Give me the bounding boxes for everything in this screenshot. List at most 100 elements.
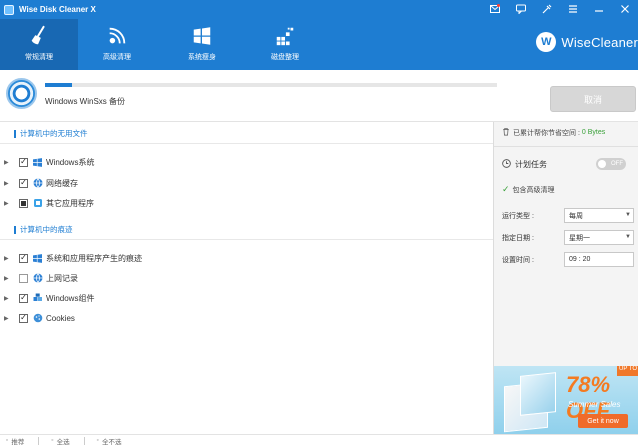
section-header-useless-files: 计算机中的无用文件: [0, 124, 493, 144]
get-it-now-button[interactable]: Get it now: [578, 414, 628, 428]
trash-icon: [502, 127, 510, 138]
tab-system-slim[interactable]: 系统瘦身: [163, 19, 241, 70]
checkbox[interactable]: ✓: [19, 293, 28, 303]
minimize-icon[interactable]: [592, 2, 606, 16]
main-nav: 常规清理 高级清理 系统瘦身 磁盘整理 W WiseCleaner: [0, 19, 638, 70]
list-item-browsing-history[interactable]: ▶ 上网记录: [0, 268, 493, 288]
expand-arrow-icon[interactable]: ▶: [4, 180, 9, 187]
checkbox[interactable]: [19, 198, 28, 208]
schedule-title: 计划任务: [502, 159, 547, 170]
schedule-toggle[interactable]: OFF: [596, 158, 626, 170]
puzzle-icon: [32, 293, 43, 304]
divider: [494, 146, 638, 147]
chat-icon[interactable]: [514, 2, 528, 16]
chevron-down-icon: ▼: [625, 234, 631, 240]
radio-icon: ◦: [6, 437, 9, 444]
schedule-title-text: 计划任务: [515, 160, 547, 169]
run-type-row: 运行类型 : 每周 ▼: [502, 208, 634, 223]
item-label: 网络缓存: [46, 178, 78, 188]
saved-space-row: 已累计帮你节省空间 : 0 Bytes: [502, 127, 605, 138]
checkbox[interactable]: ✓: [19, 253, 28, 263]
clock-icon: [502, 159, 511, 170]
tab-defrag[interactable]: 磁盘整理: [246, 19, 324, 70]
day-label: 指定日期 :: [502, 234, 534, 242]
checkbox[interactable]: ✓: [19, 157, 28, 167]
list-item-windows-components[interactable]: ▶ ✓ Windows组件: [0, 288, 493, 308]
mail-icon[interactable]: [488, 2, 502, 16]
title-bar-controls: [488, 2, 632, 16]
checkbox[interactable]: [19, 273, 28, 283]
scanning-spinner-icon: [6, 78, 37, 109]
expand-arrow-icon[interactable]: ▶: [4, 295, 9, 302]
brand[interactable]: W WiseCleaner: [536, 32, 638, 52]
item-label: 其它应用程序: [46, 198, 94, 208]
expand-arrow-icon[interactable]: ▶: [4, 255, 9, 262]
brand-name: WiseCleaner: [561, 34, 638, 50]
chevron-down-icon: ▼: [625, 212, 631, 218]
run-type-select[interactable]: 每周 ▼: [564, 208, 634, 223]
checkbox[interactable]: ✓: [19, 178, 28, 188]
item-label: 上网记录: [46, 273, 78, 283]
day-select[interactable]: 星期一 ▼: [564, 230, 634, 245]
radio-icon: ◦: [96, 437, 99, 444]
check-icon: ✓: [502, 184, 510, 194]
time-input[interactable]: 09 : 20: [564, 252, 634, 267]
item-label: Windows组件: [46, 293, 95, 303]
title-bar: Wise Disk Cleaner X: [0, 0, 638, 19]
tab-label: 磁盘整理: [271, 54, 299, 61]
clean-items-pane: 计算机中的无用文件 ▶ ✓ Windows系统 ▶ ✓ 网络缓存 ▶ 其它应用程…: [0, 122, 493, 434]
cookie-icon: [32, 313, 43, 324]
list-item-other-apps[interactable]: ▶ 其它应用程序: [0, 193, 493, 213]
item-label: 系统和应用程序产生的痕迹: [46, 253, 142, 263]
expand-arrow-icon[interactable]: ▶: [4, 275, 9, 282]
expand-arrow-icon[interactable]: ▶: [4, 159, 9, 166]
close-icon[interactable]: [618, 2, 632, 16]
disk-scan-icon: [105, 24, 129, 48]
item-label: Windows系统: [46, 157, 95, 167]
checkbox[interactable]: ✓: [19, 313, 28, 323]
cancel-button[interactable]: 取消: [550, 86, 636, 112]
promo-banner[interactable]: UP TO 78% OFF Summer Sales Get it now: [494, 366, 638, 434]
windows-icon: [32, 157, 43, 168]
list-item-system-traces[interactable]: ▶ ✓ 系统和应用程序产生的痕迹: [0, 248, 493, 268]
tab-common-clean[interactable]: 常规清理: [0, 19, 78, 70]
window-title: Wise Disk Cleaner X: [19, 5, 96, 14]
select-all-link[interactable]: ◦ 全选: [51, 436, 69, 446]
time-label: 设置时间 :: [502, 256, 534, 264]
progress-status-text: Windows WinSxs 备份: [45, 97, 126, 106]
expand-arrow-icon[interactable]: ▶: [4, 315, 9, 322]
saved-space-label: 已累计帮你节省空间 :: [513, 129, 580, 137]
scan-progress-area: Windows WinSxs 备份 取消: [0, 70, 638, 122]
sidebar: 已累计帮你节省空间 : 0 Bytes 计划任务 OFF ✓ 包含高级清理 运行…: [493, 122, 638, 434]
day-row: 指定日期 : 星期一 ▼: [502, 230, 634, 245]
list-item-network-cache[interactable]: ▶ ✓ 网络缓存: [0, 173, 493, 193]
app-logo-icon: [4, 4, 14, 15]
menu-icon[interactable]: [566, 2, 580, 16]
tab-label: 常规清理: [25, 54, 53, 61]
tab-label: 系统瘦身: [188, 54, 216, 61]
tab-advanced-clean[interactable]: 高级清理: [78, 19, 156, 70]
section-title: 计算机中的痕迹: [20, 225, 73, 234]
run-type-label: 运行类型 :: [502, 212, 534, 220]
day-value: 星期一: [569, 234, 590, 242]
recommend-link[interactable]: ◦ 推荐: [6, 436, 24, 446]
status-bar: ◦ 推荐 ◦ 全选 ◦ 全不选: [0, 434, 638, 446]
time-value: 09 : 20: [569, 256, 591, 263]
globe-icon: [32, 178, 43, 189]
select-none-link[interactable]: ◦ 全不选: [97, 436, 122, 446]
broom-icon: [27, 24, 51, 48]
list-item-cookies[interactable]: ▶ ✓ Cookies: [0, 308, 493, 328]
include-advanced-checkbox[interactable]: ✓ 包含高级清理: [502, 184, 555, 195]
windows-icon: [190, 24, 214, 48]
theme-icon[interactable]: [540, 2, 554, 16]
tab-label: 高级清理: [103, 54, 131, 61]
select-all-label: 全选: [56, 438, 70, 446]
expand-arrow-icon[interactable]: ▶: [4, 200, 9, 207]
progress-fill: [45, 83, 73, 87]
section-title: 计算机中的无用文件: [20, 129, 88, 138]
list-item-windows-system[interactable]: ▶ ✓ Windows系统: [0, 152, 493, 172]
include-advanced-label: 包含高级清理: [512, 186, 555, 194]
radio-icon: ◦: [51, 437, 54, 444]
brand-logo-icon: W: [536, 32, 557, 52]
run-type-value: 每周: [569, 212, 583, 220]
